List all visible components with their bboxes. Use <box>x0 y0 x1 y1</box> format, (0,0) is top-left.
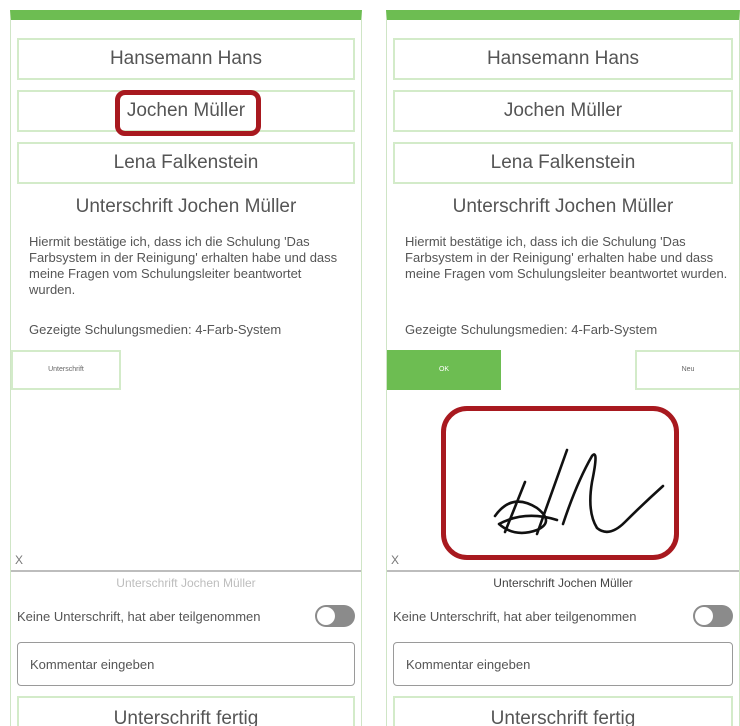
no-signature-label: Keine Unterschrift, hat aber teilgenomme… <box>393 608 637 624</box>
signature-panel-after: Hansemann Hans Jochen Müller Lena Falken… <box>386 10 740 726</box>
participant-jochen-mueller[interactable]: Jochen Müller <box>393 90 733 132</box>
toggle-knob <box>317 607 335 625</box>
training-media-text: Gezeigte Schulungsmedien: 4-Farb-System <box>405 322 658 337</box>
handwritten-signature <box>493 448 665 536</box>
finish-signature-button[interactable]: Unterschrift fertig <box>393 696 733 726</box>
signature-pad[interactable] <box>387 412 739 572</box>
signature-pad[interactable] <box>11 412 361 572</box>
ok-button[interactable]: OK <box>387 350 501 390</box>
signature-caption: Unterschrift Jochen Müller <box>116 576 256 590</box>
no-signature-toggle[interactable] <box>315 605 355 627</box>
signature-line <box>11 570 361 572</box>
no-signature-row: Keine Unterschrift, hat aber teilgenomme… <box>393 602 733 630</box>
sign-line-mark: X <box>15 553 24 567</box>
sign-line-mark: X <box>391 553 400 567</box>
signature-line <box>387 570 739 572</box>
signature-caption: Unterschrift Jochen Müller <box>493 576 633 590</box>
no-signature-toggle[interactable] <box>693 605 733 627</box>
participant-lena-falkenstein[interactable]: Lena Falkenstein <box>17 142 355 184</box>
training-media-text: Gezeigte Schulungsmedien: 4-Farb-System <box>29 322 282 337</box>
participant-jochen-mueller[interactable]: Jochen Müller <box>17 90 355 132</box>
finish-signature-button[interactable]: Unterschrift fertig <box>17 696 355 726</box>
comment-input[interactable] <box>17 642 355 686</box>
signature-button[interactable]: Unterschrift <box>11 350 121 390</box>
new-button[interactable]: Neu <box>635 350 739 390</box>
no-signature-label: Keine Unterschrift, hat aber teilgenomme… <box>17 608 261 624</box>
participant-hansemann-hans[interactable]: Hansemann Hans <box>393 38 733 80</box>
toggle-knob <box>695 607 713 625</box>
signature-panel-before: Hansemann Hans Jochen Müller Lena Falken… <box>10 10 362 726</box>
confirmation-text: Hiermit bestätige ich, dass ich die Schu… <box>405 234 728 281</box>
participant-hansemann-hans[interactable]: Hansemann Hans <box>17 38 355 80</box>
signature-title: Unterschrift Jochen Müller <box>452 196 674 217</box>
signature-title: Unterschrift Jochen Müller <box>75 196 297 217</box>
participant-lena-falkenstein[interactable]: Lena Falkenstein <box>393 142 733 184</box>
confirmation-text: Hiermit bestätige ich, dass ich die Schu… <box>29 234 338 297</box>
comment-input[interactable] <box>393 642 733 686</box>
no-signature-row: Keine Unterschrift, hat aber teilgenomme… <box>17 602 355 630</box>
